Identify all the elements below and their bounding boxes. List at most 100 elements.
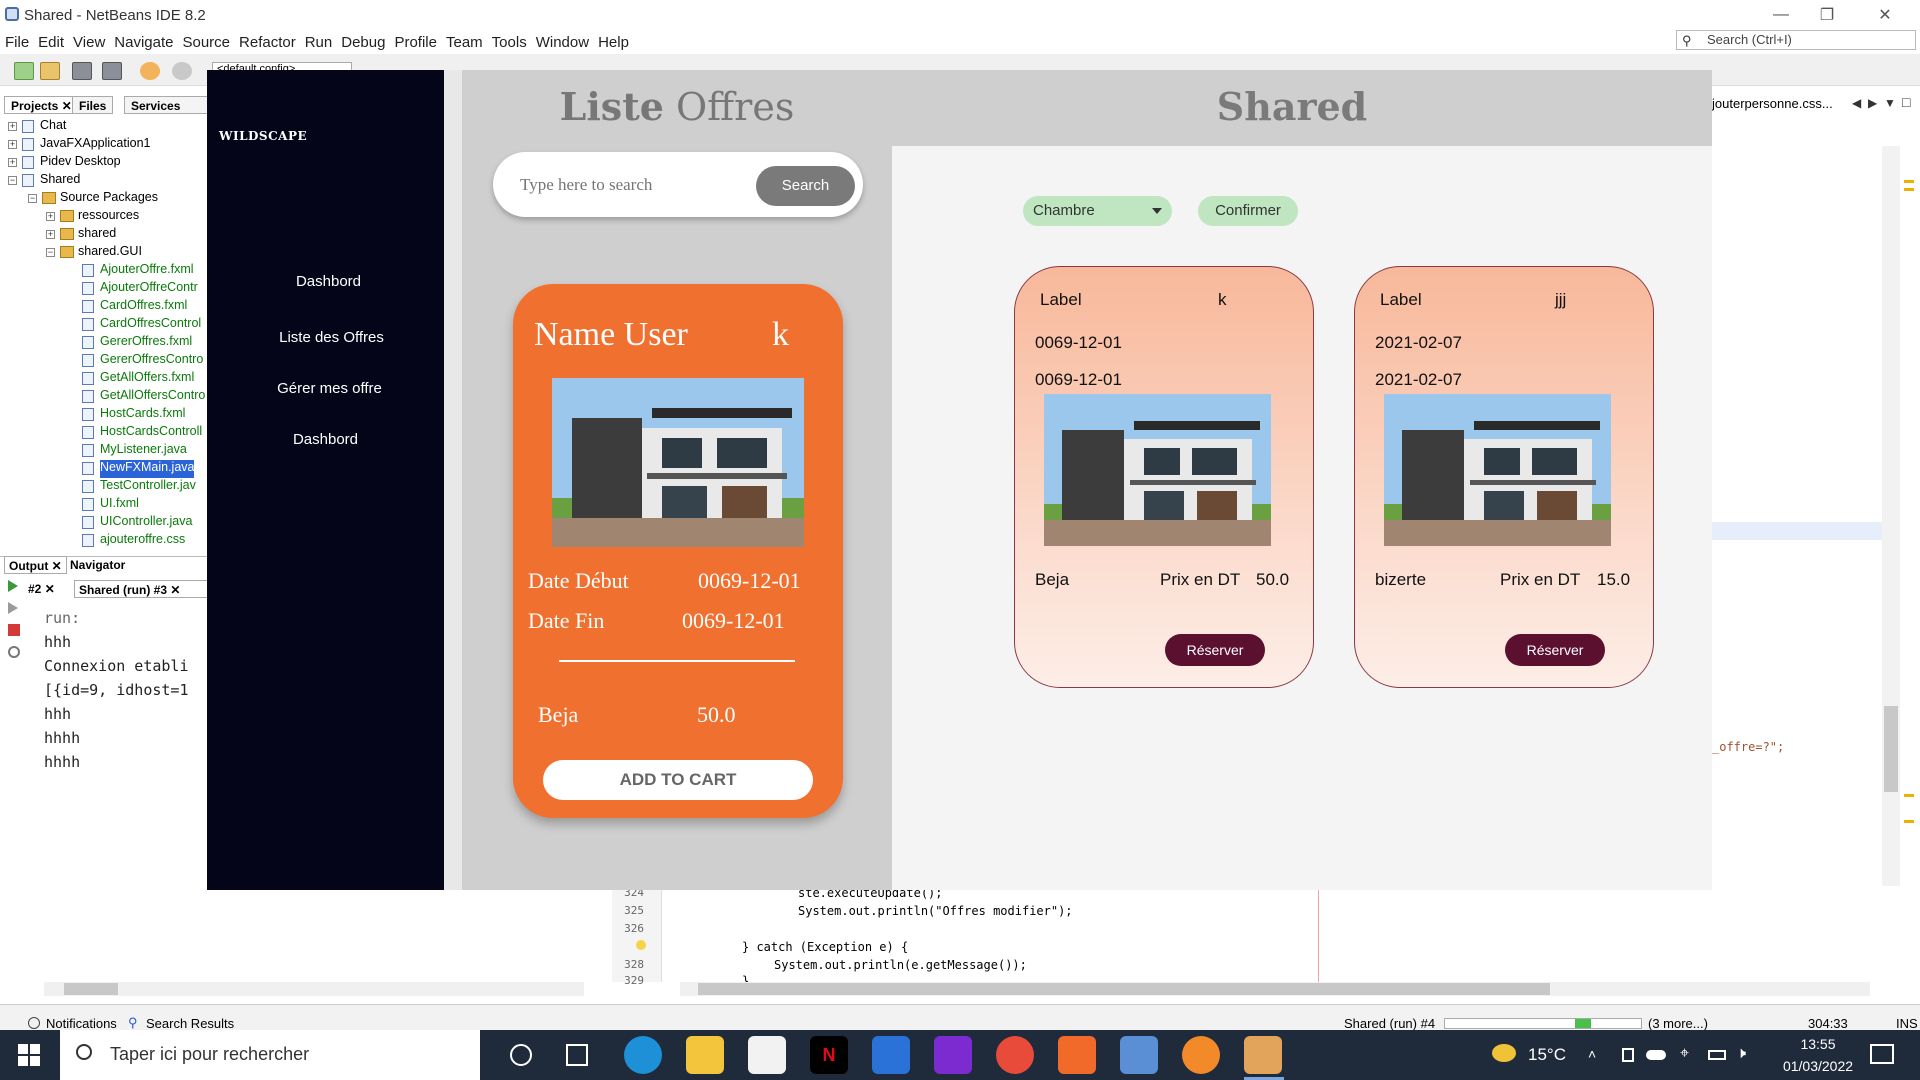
tree-node[interactable]: UI.fxml bbox=[100, 496, 139, 514]
nav-liste-offres[interactable]: Liste des Offres bbox=[213, 329, 450, 346]
chrome-icon[interactable] bbox=[996, 1036, 1034, 1074]
editor-hscroll-thumb[interactable] bbox=[698, 983, 1550, 995]
volume-icon[interactable]: 🕨 bbox=[1736, 1045, 1746, 1063]
rerun-icon[interactable] bbox=[8, 580, 20, 592]
ubuntu-icon[interactable] bbox=[1182, 1036, 1220, 1074]
tree-node[interactable]: HostCardsControll bbox=[100, 424, 202, 442]
onedrive-icon[interactable] bbox=[1646, 1050, 1666, 1060]
console-hscrollbar[interactable] bbox=[44, 982, 584, 996]
tree-expander-icon[interactable]: + bbox=[46, 212, 55, 221]
tree-node[interactable]: GetAllOffers.fxml bbox=[100, 370, 194, 388]
tree-node[interactable]: shared.GUI bbox=[78, 244, 142, 262]
device-icon[interactable] bbox=[1622, 1048, 1634, 1062]
minimize-button[interactable]: — bbox=[1758, 0, 1804, 30]
windows-start-icon[interactable] bbox=[18, 1044, 40, 1066]
tree-node[interactable]: Chat bbox=[40, 118, 66, 136]
nav-dashbord[interactable]: Dashbord bbox=[210, 273, 447, 290]
tab-run-2[interactable]: #2 ✕ bbox=[24, 580, 59, 598]
tree-expander-icon[interactable]: + bbox=[8, 158, 17, 167]
tree-node[interactable]: Source Packages bbox=[60, 190, 158, 208]
stop-icon[interactable] bbox=[8, 624, 20, 636]
notifications-label[interactable]: Notifications bbox=[46, 1016, 117, 1031]
tab-projects[interactable]: Projects ✕ bbox=[4, 96, 79, 114]
show-hidden-icons-icon[interactable]: ˄ bbox=[1588, 1046, 1596, 1062]
tab-navigator[interactable]: Navigator bbox=[66, 556, 129, 574]
netflix-icon[interactable]: N bbox=[810, 1036, 848, 1074]
search-results-label[interactable]: Search Results bbox=[146, 1016, 234, 1031]
cortana-icon[interactable] bbox=[510, 1044, 532, 1066]
tree-node[interactable]: JavaFXApplication1 bbox=[40, 136, 150, 154]
mail-icon[interactable] bbox=[872, 1036, 910, 1074]
taskbar-search-box[interactable]: Taper ici pour rechercher bbox=[60, 1030, 480, 1080]
open-project-icon[interactable] bbox=[72, 62, 92, 80]
xampp-icon[interactable] bbox=[1058, 1036, 1096, 1074]
tab-scroll-right-icon[interactable]: ▶ bbox=[1868, 96, 1877, 110]
ide-search-input[interactable]: Search (Ctrl+I) bbox=[1676, 30, 1916, 50]
close-button[interactable]: ✕ bbox=[1862, 0, 1908, 30]
clock-time[interactable]: 13:55 bbox=[1790, 1036, 1846, 1052]
new-project-icon[interactable] bbox=[40, 62, 60, 80]
store-icon[interactable] bbox=[748, 1036, 786, 1074]
tab-scroll-left-icon[interactable]: ◀ bbox=[1852, 96, 1861, 110]
tab-list-icon[interactable]: ▼ bbox=[1884, 96, 1896, 110]
menu-source[interactable]: Source bbox=[182, 34, 230, 51]
java-icon[interactable] bbox=[1244, 1036, 1282, 1074]
settings-icon[interactable] bbox=[8, 646, 20, 658]
tree-node[interactable]: GetAllOffersContro bbox=[100, 388, 205, 406]
menu-team[interactable]: Team bbox=[446, 34, 483, 51]
tree-expander-icon[interactable]: − bbox=[8, 176, 17, 185]
editor-tab[interactable]: jouterpersonne.css... bbox=[1712, 96, 1844, 116]
rerun-with-options-icon[interactable] bbox=[8, 602, 20, 614]
undo-icon[interactable] bbox=[140, 62, 160, 80]
warning-mark[interactable] bbox=[1904, 180, 1914, 183]
notifications-icon[interactable] bbox=[28, 1017, 40, 1029]
menu-window[interactable]: Window bbox=[536, 34, 589, 51]
menu-refactor[interactable]: Refactor bbox=[239, 34, 296, 51]
tab-output[interactable]: Output ✕ bbox=[4, 556, 67, 574]
tree-node[interactable]: UIController.java bbox=[100, 514, 192, 532]
action-center-icon[interactable] bbox=[1870, 1044, 1894, 1064]
battery-icon[interactable] bbox=[1708, 1050, 1726, 1060]
restore-button[interactable]: ❐ bbox=[1804, 0, 1850, 30]
code-editor[interactable] bbox=[610, 886, 1920, 990]
tree-node[interactable]: ajouteroffre.css bbox=[100, 532, 185, 550]
offer-search-input[interactable] bbox=[520, 170, 740, 200]
tree-node[interactable]: NewFXMain.java bbox=[100, 460, 195, 478]
tree-node[interactable]: TestController.jav bbox=[100, 478, 196, 496]
menu-file[interactable]: File bbox=[5, 34, 29, 51]
more-tasks-label[interactable]: (3 more...) bbox=[1648, 1016, 1708, 1031]
warning-mark[interactable] bbox=[1904, 188, 1914, 191]
editor-vscroll-thumb[interactable] bbox=[1884, 706, 1898, 792]
tab-run-3[interactable]: Shared (run) #3 ✕ bbox=[74, 580, 210, 598]
menu-run[interactable]: Run bbox=[305, 34, 333, 51]
reserver-button[interactable]: Réserver bbox=[1165, 634, 1265, 666]
tree-node[interactable]: shared bbox=[78, 226, 116, 244]
console-hscroll-thumb[interactable] bbox=[64, 983, 118, 995]
edge-icon[interactable] bbox=[624, 1036, 662, 1074]
temperature-label[interactable]: 15°C bbox=[1528, 1045, 1566, 1065]
file-explorer-icon[interactable] bbox=[686, 1036, 724, 1074]
nav-dashbord-2[interactable]: Dashbord bbox=[207, 431, 444, 448]
menu-profile[interactable]: Profile bbox=[394, 34, 437, 51]
search-button[interactable]: Search bbox=[756, 166, 855, 206]
confirm-button[interactable]: Confirmer bbox=[1198, 196, 1298, 226]
maximize-window-icon[interactable]: □ bbox=[1902, 94, 1910, 110]
nav-gerer-offres[interactable]: Gérer mes offre bbox=[211, 380, 448, 397]
task-view-icon[interactable] bbox=[566, 1044, 588, 1066]
bulb-hint-icon[interactable] bbox=[636, 940, 646, 950]
tab-files[interactable]: Files bbox=[72, 96, 114, 114]
tree-expander-icon[interactable]: + bbox=[8, 140, 17, 149]
tree-node[interactable]: CardOffresControl bbox=[100, 316, 201, 334]
weather-icon[interactable] bbox=[1492, 1044, 1516, 1062]
tree-node[interactable]: HostCards.fxml bbox=[100, 406, 185, 424]
tree-node[interactable]: Pidev Desktop bbox=[40, 154, 121, 172]
tree-node[interactable]: Shared bbox=[40, 172, 80, 190]
tree-node[interactable]: ressources bbox=[78, 208, 139, 226]
menu-edit[interactable]: Edit bbox=[38, 34, 64, 51]
reserver-button[interactable]: Réserver bbox=[1505, 634, 1605, 666]
tree-expander-icon[interactable]: + bbox=[46, 230, 55, 239]
tree-expander-icon[interactable]: − bbox=[46, 248, 55, 257]
menu-help[interactable]: Help bbox=[598, 34, 629, 51]
clock-date[interactable]: 01/03/2022 bbox=[1770, 1058, 1866, 1074]
menu-view[interactable]: View bbox=[73, 34, 105, 51]
